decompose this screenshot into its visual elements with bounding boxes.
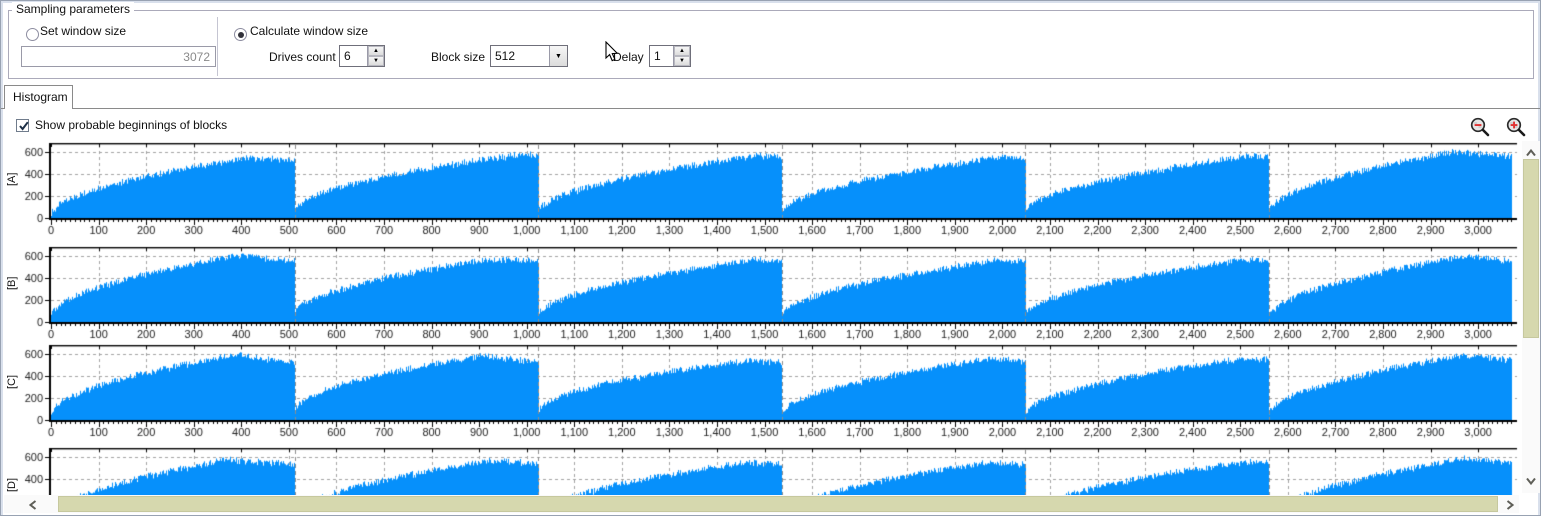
show-blocks-checkbox-row[interactable]: Show probable beginnings of blocks <box>16 118 227 132</box>
delay-down-button[interactable]: ▼ <box>674 56 690 66</box>
group-title: Sampling parameters <box>12 2 134 16</box>
delay-value[interactable]: 1 <box>650 46 673 66</box>
histogram-chart-a: [A] <box>1 141 1520 241</box>
zoom-toolbar <box>1469 116 1527 138</box>
histogram-canvas-a[interactable] <box>1 141 1520 241</box>
histogram-canvas-b[interactable] <box>1 245 1520 345</box>
set-window-size-radio[interactable] <box>26 28 39 41</box>
group-separator <box>217 17 218 76</box>
horizontal-scrollbar[interactable] <box>4 495 1519 513</box>
sampling-parameters-group: Sampling parameters Set window size Calc… <box>8 10 1534 79</box>
delay-up-button[interactable]: ▲ <box>674 46 690 56</box>
calculate-window-size-radio[interactable] <box>234 28 247 41</box>
drives-count-stepper[interactable]: 6 ▲ ▼ <box>339 45 385 67</box>
vertical-scrollbar[interactable] <box>1522 141 1540 493</box>
zoom-in-icon[interactable] <box>1505 116 1527 138</box>
delay-label: Delay <box>613 50 644 64</box>
histogram-chart-d: [D] <box>1 446 1520 495</box>
vertical-scrollbar-thumb[interactable] <box>1523 159 1539 338</box>
drives-count-label: Drives count <box>269 50 336 64</box>
scroll-right-icon[interactable] <box>1506 500 1514 510</box>
block-size-dropdown[interactable]: 512 ▼ <box>490 45 568 67</box>
drives-count-value[interactable]: 6 <box>340 46 367 66</box>
calculate-window-size-label[interactable]: Calculate window size <box>250 24 368 38</box>
zoom-out-icon[interactable] <box>1469 116 1491 138</box>
delay-stepper[interactable]: 1 ▲ ▼ <box>649 45 691 67</box>
block-size-label: Block size <box>431 50 485 64</box>
app-window: Sampling parameters Set window size Calc… <box>0 0 1541 516</box>
horizontal-scrollbar-thumb[interactable] <box>58 496 1498 512</box>
histogram-chart-b: [B] <box>1 245 1520 345</box>
scroll-left-icon[interactable] <box>29 500 37 510</box>
tab-strip-divider <box>1 108 1540 109</box>
histogram-canvas-c[interactable] <box>1 343 1520 443</box>
drives-count-up-button[interactable]: ▲ <box>368 46 384 56</box>
histogram-chart-c: [C] <box>1 343 1520 443</box>
dropdown-arrow-icon[interactable]: ▼ <box>549 46 567 66</box>
histogram-canvas-d[interactable] <box>1 446 1520 495</box>
window-size-input[interactable] <box>21 46 216 67</box>
block-size-value[interactable]: 512 <box>491 46 549 66</box>
set-window-size-label[interactable]: Set window size <box>40 24 126 38</box>
tab-histogram[interactable]: Histogram <box>4 85 73 109</box>
scroll-up-icon[interactable] <box>1526 149 1536 157</box>
scroll-down-icon[interactable] <box>1526 477 1536 485</box>
checkmark-icon <box>18 120 30 132</box>
show-blocks-checkbox[interactable] <box>16 119 29 132</box>
show-blocks-checkbox-label[interactable]: Show probable beginnings of blocks <box>35 118 227 132</box>
drives-count-down-button[interactable]: ▼ <box>368 56 384 66</box>
